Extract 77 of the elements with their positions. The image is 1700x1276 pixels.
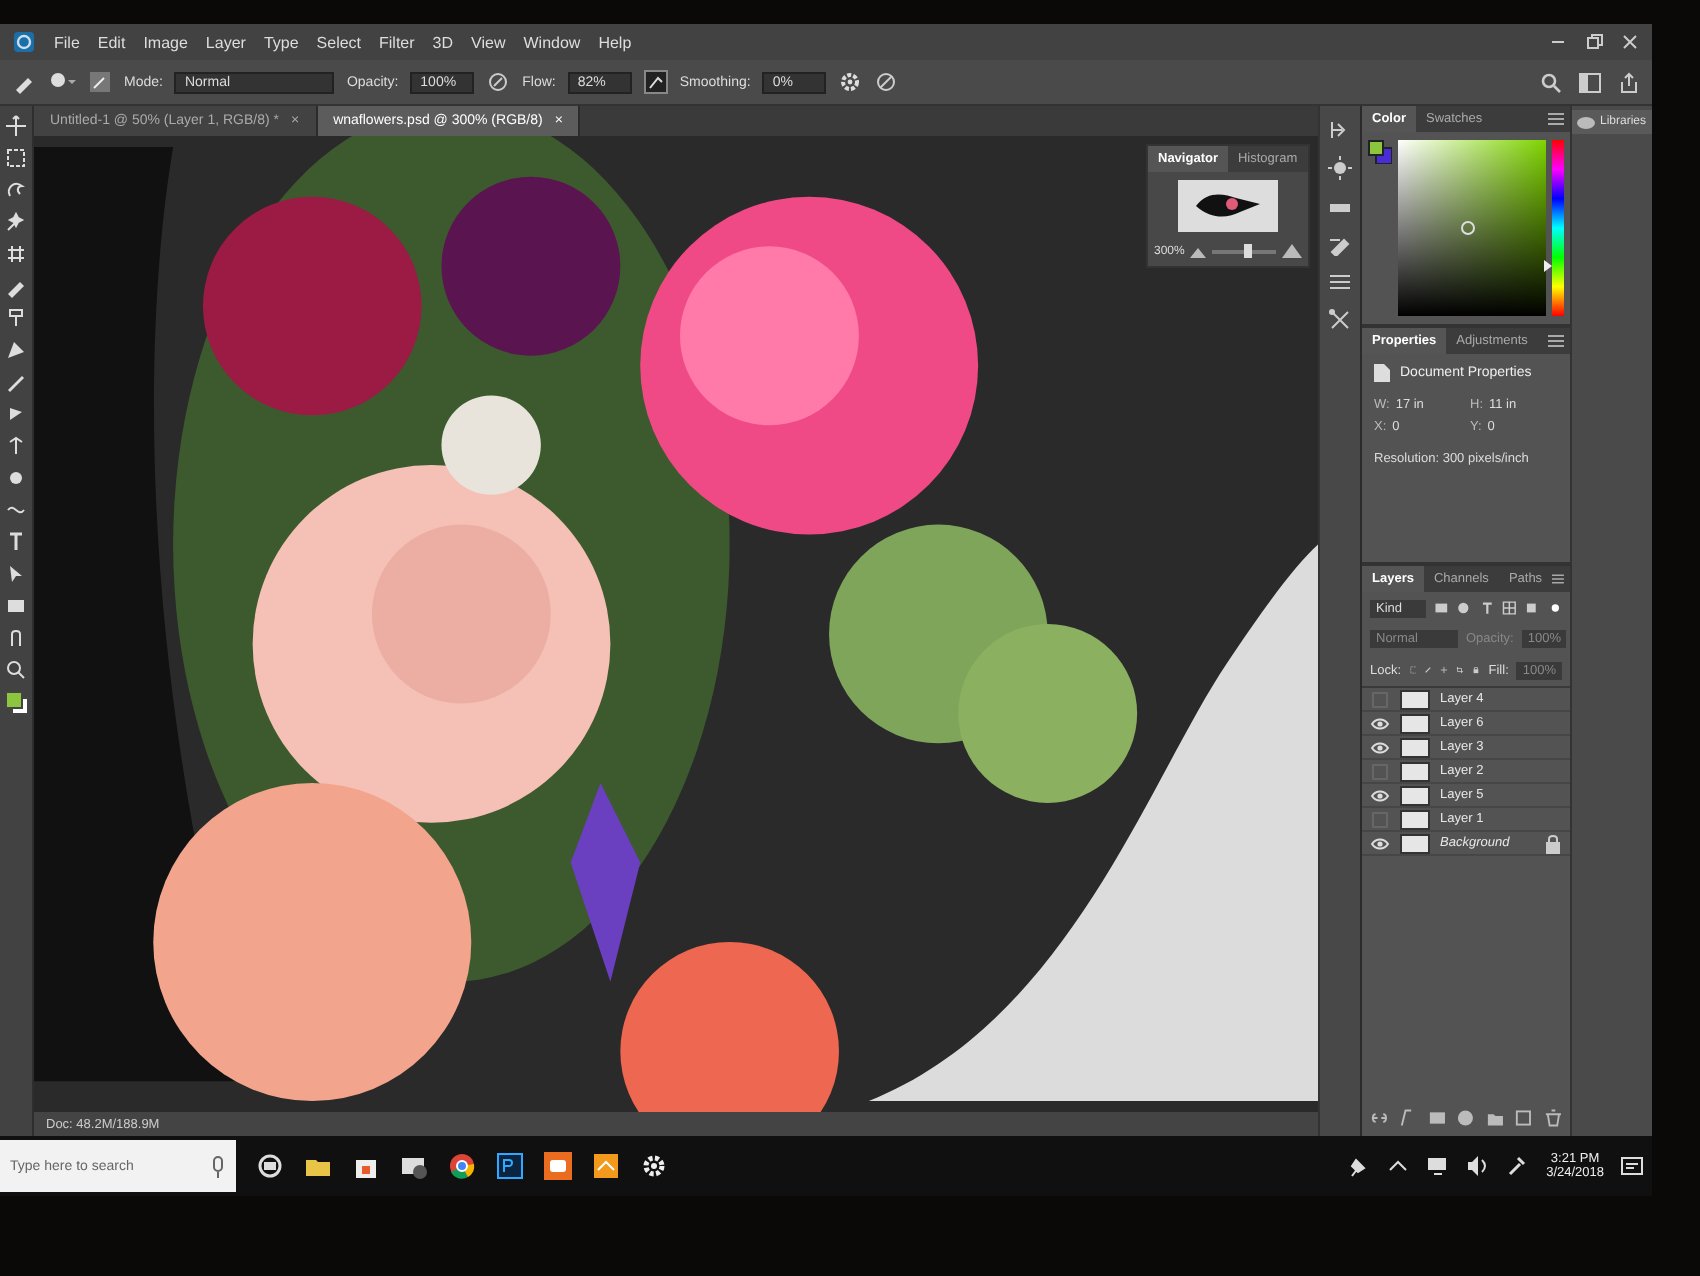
app-icon[interactable] xyxy=(496,1152,524,1180)
layer-thumbnail xyxy=(1400,785,1430,805)
visibility-toggle-icon[interactable] xyxy=(1370,689,1390,709)
layer-thumbnail xyxy=(1400,809,1430,829)
document-icon xyxy=(1372,362,1392,384)
tool-icon[interactable] xyxy=(4,434,28,458)
panel-icon[interactable] xyxy=(1328,156,1352,180)
visibility-toggle-icon[interactable] xyxy=(1370,809,1390,829)
tool-icon[interactable] xyxy=(4,210,28,234)
layer-action-icon[interactable] xyxy=(1370,1108,1389,1128)
tool-icon[interactable] xyxy=(4,658,28,682)
pressure-opacity-icon[interactable] xyxy=(486,70,511,94)
tool-icon[interactable] xyxy=(4,530,28,554)
tool-icon[interactable] xyxy=(4,370,28,394)
app-logo-icon xyxy=(12,30,36,54)
search-icon[interactable] xyxy=(1540,71,1562,93)
workspace-icon[interactable] xyxy=(1578,71,1602,93)
cloud-icon xyxy=(1576,114,1596,130)
panel-menu-icon[interactable] xyxy=(1548,112,1564,126)
task-view-icon[interactable] xyxy=(256,1152,284,1180)
gear-icon[interactable] xyxy=(838,70,863,94)
eye-icon[interactable] xyxy=(1370,713,1390,733)
brush-panel-icon[interactable] xyxy=(88,70,112,94)
notification-icon[interactable] xyxy=(1620,1154,1644,1178)
zoom-in-icon[interactable] xyxy=(1282,244,1302,258)
layer-thumbnail xyxy=(1400,713,1430,733)
layer-thumbnail xyxy=(1400,833,1430,853)
menu-item[interactable]: Window xyxy=(523,33,581,51)
color-picker-field[interactable] xyxy=(1398,140,1546,316)
menu-item[interactable]: Help xyxy=(598,33,632,51)
layer-thumbnail xyxy=(1400,761,1430,781)
panel-icon[interactable] xyxy=(1328,308,1352,332)
share-icon[interactable] xyxy=(1618,71,1640,93)
slider-thumb[interactable] xyxy=(1243,243,1252,257)
gear-icon[interactable] xyxy=(640,1152,668,1180)
speaker-icon[interactable] xyxy=(1466,1154,1491,1178)
visibility-toggle-icon[interactable] xyxy=(1370,761,1390,781)
close-icon[interactable] xyxy=(1620,32,1640,52)
tool-icon[interactable] xyxy=(4,306,28,330)
menu-item[interactable]: 3D xyxy=(432,33,454,51)
pressure-size-icon[interactable] xyxy=(874,70,899,94)
menu-item[interactable]: Layer xyxy=(205,33,246,51)
menu-item[interactable]: Select xyxy=(316,33,362,51)
app-icon[interactable] xyxy=(592,1152,620,1180)
tool-icon[interactable] xyxy=(4,466,28,490)
tool-icon[interactable] xyxy=(4,594,28,618)
tool-icon[interactable] xyxy=(4,146,28,170)
app-icon[interactable] xyxy=(400,1152,428,1180)
layer-filter-icon[interactable] xyxy=(1479,598,1494,618)
color-swatch-icon[interactable] xyxy=(3,690,29,716)
artwork-thumbnail-icon xyxy=(1192,190,1264,222)
layer-filter-icon[interactable] xyxy=(1501,598,1517,618)
microphone-icon[interactable] xyxy=(210,1156,226,1178)
zoom-out-icon[interactable] xyxy=(1190,245,1207,257)
eye-icon[interactable] xyxy=(1370,785,1390,805)
layer-thumbnail xyxy=(1400,737,1430,757)
color-picker-ring-icon xyxy=(1460,219,1477,236)
menu-item[interactable]: Edit xyxy=(97,33,126,51)
restore-icon[interactable] xyxy=(1584,32,1604,52)
tool-icon[interactable] xyxy=(4,338,28,362)
panel-menu-icon[interactable] xyxy=(1548,334,1564,348)
menu-item[interactable]: File xyxy=(54,33,80,51)
panel-menu-icon[interactable] xyxy=(1552,572,1564,586)
eye-icon[interactable] xyxy=(1370,737,1390,757)
layer-action-icon[interactable] xyxy=(1543,1108,1562,1128)
tool-icon[interactable] xyxy=(4,178,28,202)
menu-item[interactable]: View xyxy=(471,33,506,51)
panel-icon[interactable] xyxy=(1328,270,1352,294)
display-icon[interactable] xyxy=(1426,1154,1451,1178)
menu-item[interactable]: Image xyxy=(143,33,188,51)
color-swatch-icon[interactable] xyxy=(1368,140,1392,164)
tool-icon[interactable] xyxy=(4,242,28,266)
menu-item[interactable]: Type xyxy=(263,33,299,51)
menu-item[interactable]: Filter xyxy=(379,33,415,51)
tool-icon[interactable] xyxy=(4,114,28,138)
browser-icon[interactable] xyxy=(448,1152,476,1180)
eye-icon[interactable] xyxy=(1370,833,1390,853)
